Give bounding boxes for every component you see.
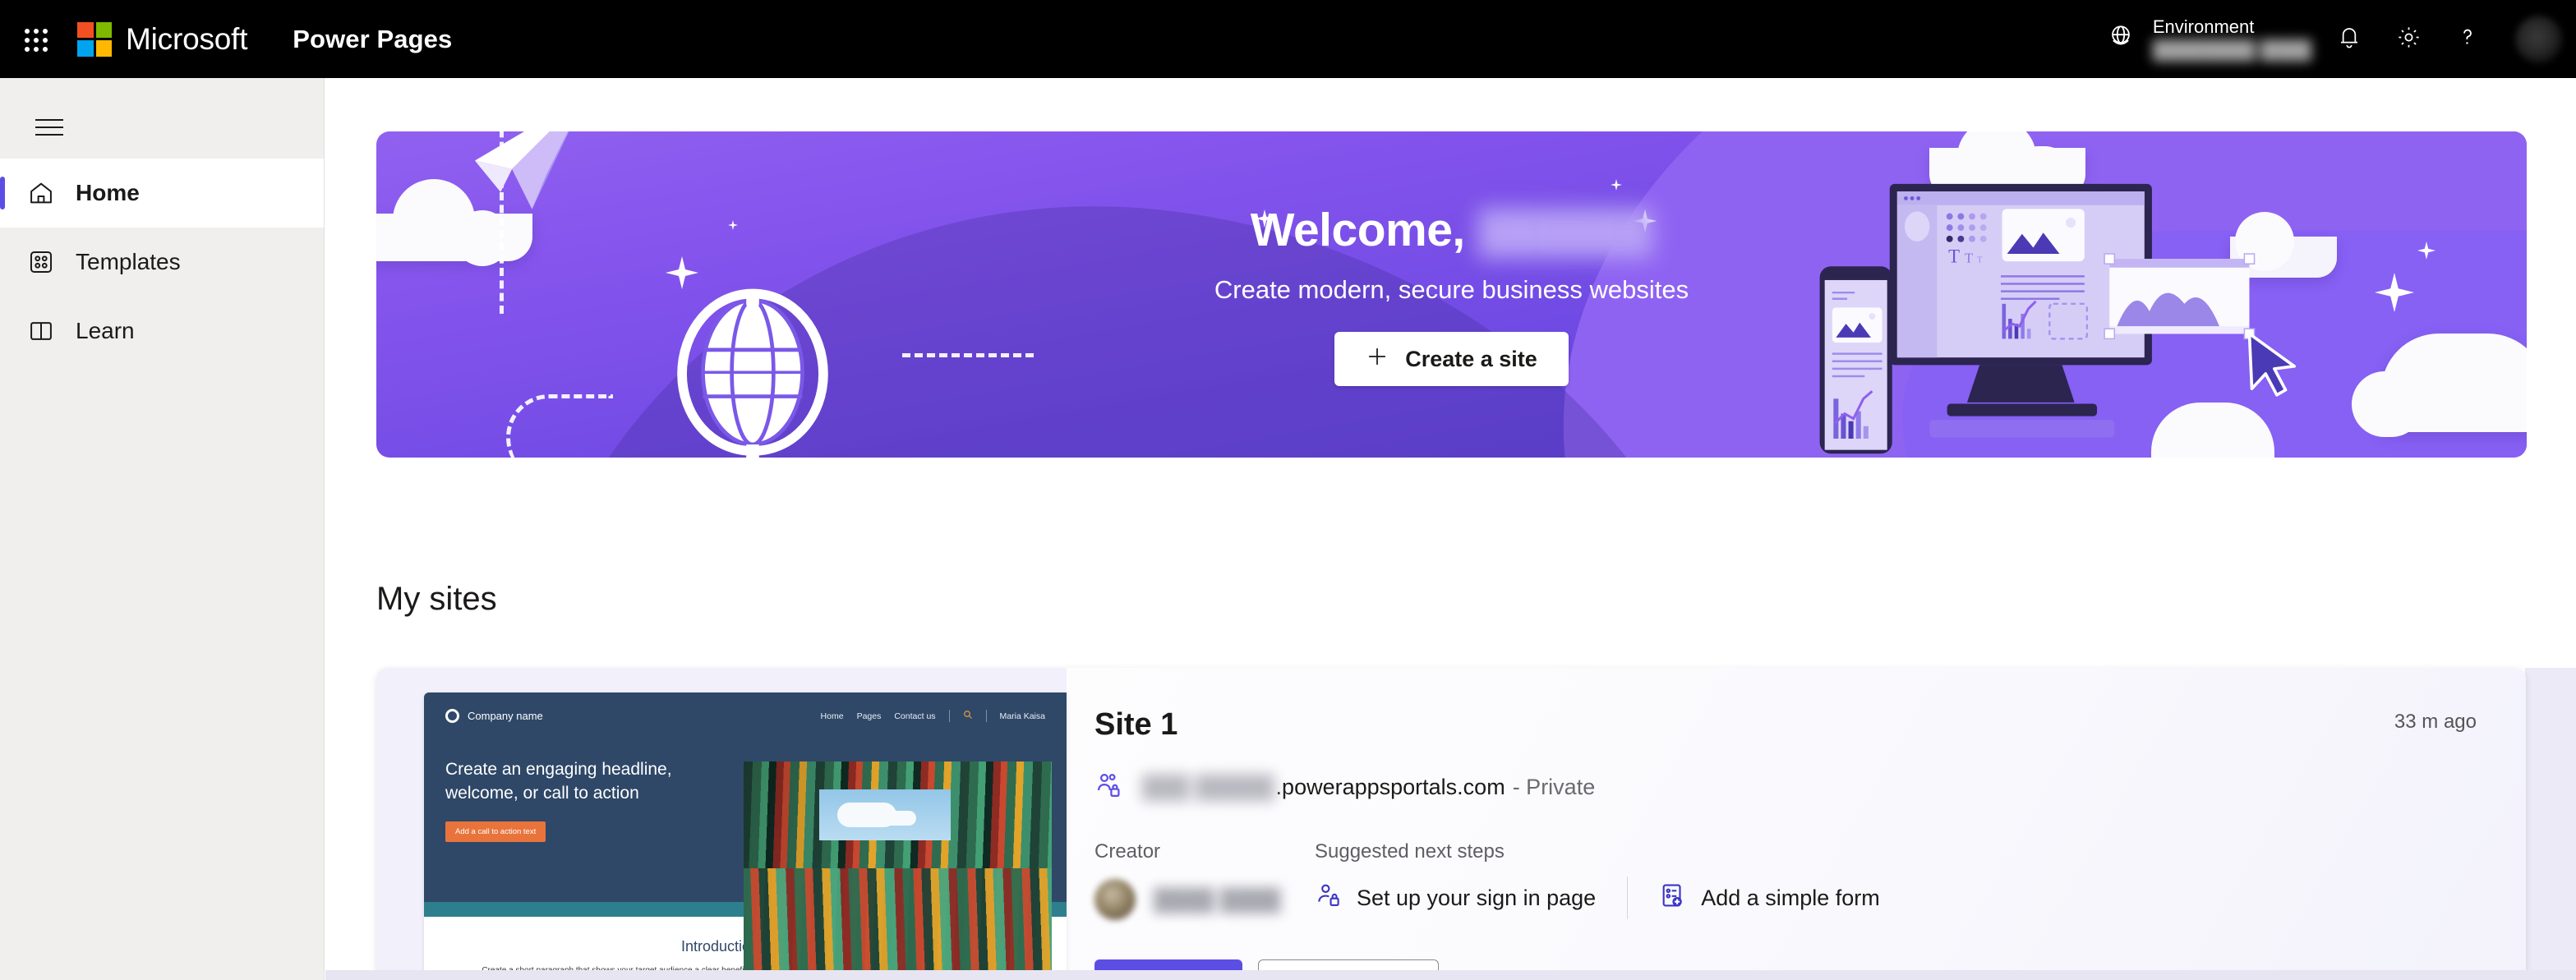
sidebar-item-home[interactable]: Home (0, 159, 324, 228)
app-launcher-icon[interactable] (16, 21, 54, 58)
book-icon (25, 315, 58, 347)
site-card: Company name Home Pages Contact us Maria… (376, 668, 2526, 980)
sidebar-item-learn[interactable]: Learn (0, 297, 324, 366)
thumbnail-nav-item: Pages (856, 711, 882, 721)
creator-heading: Creator (1094, 840, 1161, 863)
hero-subtitle: Create modern, secure business websites (1214, 275, 1689, 304)
left-navigation: Home Templates Learn (0, 78, 325, 980)
thumbnail-nav: Home Pages Contact us Maria Kaisa (821, 710, 1045, 722)
creator-name: ████ ████ (1154, 886, 1281, 912)
thumbnail-headline: Create an engaging headline, welcome, or… (445, 760, 672, 803)
microsoft-wordmark: Microsoft (126, 21, 248, 56)
templates-icon (25, 246, 58, 278)
top-bar-right-group: Environment ████████ ████ (2107, 0, 2576, 78)
search-icon (963, 710, 973, 722)
card-right-strip (2525, 668, 2576, 980)
thumbnail-nav-item: Contact us (894, 711, 936, 721)
app-title[interactable]: Power Pages (293, 25, 452, 54)
environment-picker[interactable]: Environment ████████ ████ (2107, 0, 2320, 78)
site-card-details: Site 1 33 m ago ███ █████ .powerappsport… (1067, 668, 2526, 980)
notifications-button[interactable] (2320, 0, 2379, 78)
company-logo-icon (445, 709, 459, 723)
create-a-site-button[interactable]: Create a site (1334, 332, 1569, 386)
main-content: T T T Welcome, ██████ Create modern, sec… (325, 78, 2576, 980)
site-name: Site 1 (1094, 707, 1178, 742)
gear-icon (2395, 24, 2422, 55)
page-title: My sites (376, 581, 497, 617)
create-a-site-label: Create a site (1405, 346, 1537, 371)
divider (1627, 876, 1629, 919)
form-add-icon (1659, 881, 1687, 915)
thumbnail-account: Maria Kaisa (999, 711, 1045, 721)
suggested-steps-heading: Suggested next steps (1315, 840, 1505, 863)
active-indicator (0, 177, 5, 209)
environment-label: Environment (2152, 16, 2255, 37)
page-bottom-strip (325, 970, 2576, 980)
divider (948, 710, 950, 722)
environment-value: ████████ ████ (2152, 39, 2311, 60)
plus-icon (1366, 345, 1389, 374)
settings-button[interactable] (2379, 0, 2438, 78)
home-icon (25, 177, 58, 209)
sidebar-item-label: Home (76, 180, 140, 205)
site-modified-time: 33 m ago (2394, 711, 2477, 733)
globe-icon (2107, 23, 2135, 55)
floor-patch (744, 868, 1052, 980)
user-avatar[interactable] (2515, 15, 2563, 63)
site-visibility: - Private (1512, 775, 1596, 799)
site-thumbnail[interactable]: Company name Home Pages Contact us Maria… (376, 668, 1067, 980)
microsoft-logo[interactable]: Microsoft (77, 21, 248, 57)
help-button[interactable] (2438, 0, 2497, 78)
creator-avatar (1094, 879, 1136, 920)
suggested-steps-block: Suggested next steps Set up your sign in… (1315, 840, 2478, 920)
hero-text-block: Welcome, ██████ Create modern, secure bu… (376, 131, 2527, 458)
sidebar-item-label: Templates (76, 249, 181, 274)
welcome-greeting: Welcome, (1250, 204, 1466, 256)
thumbnail-header: Company name Home Pages Contact us Maria… (424, 692, 1067, 980)
thumbnail-brand-label: Company name (468, 710, 543, 722)
person-lock-icon (1315, 881, 1343, 915)
divider (985, 710, 987, 722)
question-mark-icon (2454, 24, 2481, 54)
step-label: Add a simple form (1701, 885, 1880, 910)
thumbnail-hero-photo (744, 761, 1052, 980)
hamburger-menu-icon[interactable] (18, 96, 81, 159)
bell-icon (2336, 24, 2362, 54)
people-lock-icon (1094, 771, 1124, 804)
thumbnail-brand: Company name (445, 709, 543, 723)
sidebar-item-label: Learn (76, 318, 135, 343)
creator-block: Creator ████ ████ (1094, 840, 1315, 920)
top-app-bar: Microsoft Power Pages Environment ██████… (0, 0, 2576, 78)
welcome-hero-banner: T T T Welcome, ██████ Create modern, sec… (376, 131, 2527, 458)
site-url-row: ███ █████ .powerappsportals.com - Privat… (1094, 771, 2478, 804)
thumbnail-cta-button: Add a call to action text (445, 821, 546, 842)
thumbnail-nav-item: Home (820, 711, 844, 721)
site-meta-row: Creator ████ ████ Suggested next steps S… (1094, 840, 2478, 920)
step-label: Set up your sign in page (1357, 885, 1597, 910)
microsoft-logo-icon (77, 21, 112, 57)
sidebar-item-templates[interactable]: Templates (0, 228, 324, 297)
step-add-a-simple-form[interactable]: Add a simple form (1659, 881, 1880, 915)
site-url-domain: .powerappsportals.com (1275, 775, 1505, 799)
site-url-prefix: ███ █████ (1142, 775, 1274, 799)
welcome-line: Welcome, ██████ (1251, 203, 1653, 257)
step-set-up-sign-in-page[interactable]: Set up your sign in page (1315, 881, 1596, 915)
sky-patch (819, 789, 951, 840)
welcome-username: ██████ (1477, 209, 1653, 255)
